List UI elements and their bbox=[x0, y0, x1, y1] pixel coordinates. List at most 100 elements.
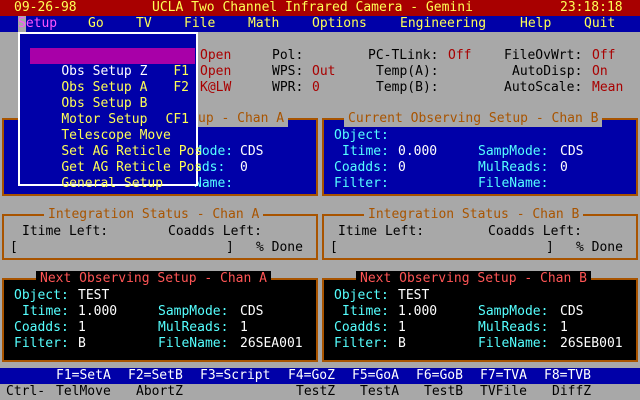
menu-go[interactable]: Go bbox=[88, 16, 104, 32]
wps-label: WPS: bbox=[272, 64, 304, 79]
autodisp-label: AutoDisp: bbox=[512, 64, 583, 79]
wps-value: Out bbox=[312, 64, 336, 79]
next-b-filter-value[interactable]: B bbox=[398, 336, 406, 352]
integration-a-bar-close: ] bbox=[226, 240, 234, 255]
current-setup-b-panel: Current Observing Setup - Chan B Object:… bbox=[322, 111, 638, 196]
autoscale-label: AutoScale: bbox=[504, 80, 583, 95]
menu-tv[interactable]: TV bbox=[136, 16, 152, 32]
next-a-object-label: Object: bbox=[14, 288, 69, 303]
next-a-sampmode-label: SampMode: bbox=[158, 304, 229, 319]
current-b-filename-label: FileName: bbox=[478, 176, 549, 191]
next-b-filename-label: FileName: bbox=[478, 336, 549, 351]
next-a-mulreads-value[interactable]: 1 bbox=[240, 320, 248, 336]
wpr-label: WPR: bbox=[272, 80, 304, 95]
integration-a-done: % Done bbox=[256, 240, 303, 255]
next-a-coadds-label: Coadds: bbox=[14, 320, 69, 335]
temp-a-label: Temp(A): bbox=[376, 64, 439, 79]
current-b-itime-label: Itime: bbox=[342, 144, 389, 159]
menu-help[interactable]: Help bbox=[520, 16, 551, 32]
next-setup-a-panel: Next Observing Setup - Chan A Object: TE… bbox=[2, 271, 318, 362]
pctlink-value: Off bbox=[448, 48, 472, 63]
fkey-f8[interactable]: F8=TVB bbox=[544, 368, 591, 384]
current-setup-b-title: Current Observing Setup - Chan B bbox=[344, 111, 603, 127]
next-a-filename-value[interactable]: 26SEA001 bbox=[240, 336, 303, 352]
next-setup-b-title: Next Observing Setup - Chan B bbox=[356, 271, 591, 287]
current-b-itime-value: 0.000 bbox=[398, 144, 438, 159]
fkey-f3[interactable]: F3=Script bbox=[200, 368, 270, 384]
dropdown-item-telescope-move[interactable]: Telescope Move CF1 bbox=[30, 112, 195, 143]
ctrl-testz[interactable]: TestZ bbox=[296, 384, 335, 400]
ctrl-key-bar: Ctrl- TelMove AbortZ TestZ TestA TestB T… bbox=[0, 384, 640, 400]
next-a-object-value[interactable]: TEST bbox=[78, 288, 109, 304]
next-b-itime-label: Itime: bbox=[342, 304, 389, 319]
ctrl-prefix: Ctrl- bbox=[6, 384, 46, 399]
menu-options[interactable]: Options bbox=[312, 16, 367, 32]
ctrl-tvfile[interactable]: TVFile bbox=[480, 384, 527, 400]
fileovwrt-label: FileOvWrt: bbox=[504, 48, 583, 63]
menu-file[interactable]: File bbox=[184, 16, 215, 32]
function-key-bar: F1=SetA F2=SetB F3=Script F4=GoZ F5=GoA … bbox=[0, 368, 640, 384]
dropdown-item-key: CF1 bbox=[165, 112, 189, 127]
dropdown-item-get-ag-reticle-pos[interactable]: Get AG Reticle Pos bbox=[30, 144, 202, 175]
next-b-itime-value[interactable]: 1.000 bbox=[398, 304, 437, 320]
menu-quit[interactable]: Quit bbox=[584, 16, 615, 32]
current-setup-a-title: up - Chan A bbox=[194, 111, 289, 127]
next-a-mulreads-label: MulReads: bbox=[158, 320, 229, 335]
shutter-a-status: Open bbox=[200, 48, 232, 63]
next-a-filename-label: FileName: bbox=[158, 336, 229, 351]
shutter-b-status: Open bbox=[200, 64, 232, 79]
dropdown-item-key: F2 bbox=[173, 80, 189, 95]
integration-a-itime-left: Itime Left: bbox=[22, 224, 109, 239]
fkey-f2[interactable]: F2=SetB bbox=[128, 368, 183, 384]
next-a-filter-value[interactable]: B bbox=[78, 336, 86, 352]
next-setup-a-title: Next Observing Setup - Chan A bbox=[36, 271, 271, 287]
next-a-itime-value[interactable]: 1.000 bbox=[78, 304, 117, 320]
next-b-mulreads-value[interactable]: 1 bbox=[560, 320, 568, 336]
time-readout: 23:18:18 bbox=[560, 0, 623, 15]
dropdown-item-general-setup[interactable]: General Setup bbox=[30, 160, 195, 191]
menu-engineering[interactable]: Engineering bbox=[400, 16, 486, 32]
fkey-f6[interactable]: F6=GoB bbox=[416, 368, 463, 384]
current-a-sampmode-value: CDS bbox=[240, 144, 264, 159]
current-b-mulreads-label: MulReads: bbox=[478, 160, 549, 175]
menu-math[interactable]: Math bbox=[248, 16, 279, 32]
current-b-sampmode-value: CDS bbox=[560, 144, 584, 159]
next-b-filename-value[interactable]: 26SEB001 bbox=[560, 336, 623, 352]
ctrl-diffz[interactable]: DiffZ bbox=[552, 384, 591, 400]
ctrl-telmove[interactable]: TelMove bbox=[56, 384, 111, 400]
current-b-sampmode-label: SampMode: bbox=[478, 144, 549, 159]
ctrl-abortz[interactable]: AbortZ bbox=[136, 384, 183, 400]
next-a-itime-label: Itime: bbox=[22, 304, 69, 319]
autoscale-value: Mean bbox=[592, 80, 624, 95]
fkey-f5[interactable]: F5=GoA bbox=[352, 368, 399, 384]
integration-a-panel: Integration Status - Chan A Itime Left: … bbox=[2, 207, 318, 260]
fkey-f4[interactable]: F4=GoZ bbox=[288, 368, 335, 384]
dropdown-item-obs-setup-a[interactable]: Obs Setup A F1 bbox=[30, 64, 195, 95]
integration-b-bar-close: ] bbox=[546, 240, 554, 255]
next-b-sampmode-value[interactable]: CDS bbox=[560, 304, 583, 320]
dropdown-item-motor-setup[interactable]: Motor Setup bbox=[30, 96, 195, 127]
dropdown-item-set-ag-reticle-pos[interactable]: Set AG Reticle Pos bbox=[30, 128, 202, 159]
fkey-f1[interactable]: F1=SetA bbox=[56, 368, 111, 384]
ctrl-testa[interactable]: TestA bbox=[360, 384, 399, 400]
integration-a-bar-open: [ bbox=[10, 240, 18, 255]
current-b-mulreads-value: 0 bbox=[560, 160, 568, 175]
fkey-f7[interactable]: F7=TVA bbox=[480, 368, 527, 384]
integration-b-itime-left: Itime Left: bbox=[338, 224, 425, 239]
dropdown-item-label: General Setup bbox=[61, 176, 164, 191]
dropdown-item-obs-setup-z[interactable]: Obs Setup Z bbox=[30, 48, 195, 79]
current-a-filename-label: Name: bbox=[194, 176, 234, 191]
next-b-object-label: Object: bbox=[334, 288, 389, 303]
next-b-coadds-value[interactable]: 1 bbox=[398, 320, 406, 336]
integration-a-title: Integration Status - Chan A bbox=[44, 207, 264, 223]
wpr-value: 0 bbox=[312, 80, 320, 95]
current-a-mulreads-value: 0 bbox=[240, 160, 248, 175]
next-a-sampmode-value[interactable]: CDS bbox=[240, 304, 263, 320]
next-b-object-value[interactable]: TEST bbox=[398, 288, 429, 304]
current-b-object-label: Object: bbox=[334, 128, 389, 143]
dropdown-item-obs-setup-b[interactable]: Obs Setup B F2 bbox=[30, 80, 195, 111]
next-a-coadds-value[interactable]: 1 bbox=[78, 320, 86, 336]
menu-setup[interactable]: Setup bbox=[18, 16, 57, 32]
next-b-filter-label: Filter: bbox=[334, 336, 389, 351]
ctrl-testb[interactable]: TestB bbox=[424, 384, 463, 400]
